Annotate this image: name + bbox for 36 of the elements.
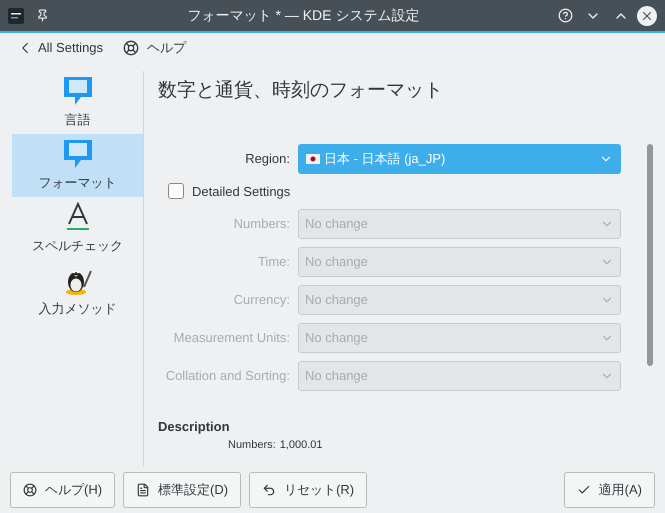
document-icon bbox=[136, 483, 150, 497]
detailed-settings-checkbox[interactable] bbox=[168, 183, 184, 200]
speech-bubble-icon bbox=[62, 76, 92, 106]
field-label: Currency: bbox=[232, 291, 291, 310]
dialog-button[interactable]: リセット(R) bbox=[249, 472, 368, 508]
sidebar-item[interactable]: フォーマット bbox=[12, 134, 143, 197]
lifebuoy-icon bbox=[23, 483, 37, 497]
app-icon[interactable] bbox=[8, 8, 24, 24]
lifebuoy-icon bbox=[123, 40, 140, 56]
help-button[interactable]: ヘルプ bbox=[123, 38, 186, 58]
field-label: Measurement Units: bbox=[172, 329, 291, 348]
checkbox-label: Detailed Settings bbox=[192, 182, 290, 201]
undo-icon bbox=[262, 483, 276, 497]
field-label: Numbers: bbox=[232, 215, 291, 234]
sidebar-item[interactable]: スペルチェック bbox=[12, 197, 143, 260]
window-title: フォーマット * — KDE システム設定 bbox=[186, 6, 420, 25]
region-label: Region: bbox=[244, 150, 291, 168]
description-heading: Description bbox=[158, 418, 231, 436]
pin-icon[interactable] bbox=[36, 9, 49, 22]
field-label: Time: bbox=[256, 253, 291, 272]
back-button[interactable]: All Settings bbox=[16, 38, 104, 58]
close-button[interactable] bbox=[637, 6, 657, 26]
speech-bubble-icon bbox=[62, 138, 92, 169]
dialog-button[interactable]: 標準設定(D) bbox=[123, 472, 242, 508]
description-label: Numbers: bbox=[228, 438, 276, 450]
scrollbar[interactable] bbox=[647, 144, 653, 366]
help-icon[interactable] bbox=[558, 8, 573, 23]
page-title: 数字と通貨、時刻のフォーマット bbox=[158, 79, 444, 103]
spelling-icon bbox=[66, 202, 90, 232]
sidebar-item[interactable]: 入力メソッド bbox=[12, 260, 143, 323]
description-value: 1,000.01 bbox=[280, 438, 323, 450]
field-label: Collation and Sorting: bbox=[164, 367, 291, 386]
japan-flag-icon bbox=[306, 154, 320, 164]
dialog-button[interactable]: 適用(A) bbox=[564, 472, 655, 508]
dialog-button[interactable]: ヘルプ(H) bbox=[10, 472, 116, 508]
sidebar-item[interactable]: 言語 bbox=[12, 71, 143, 134]
